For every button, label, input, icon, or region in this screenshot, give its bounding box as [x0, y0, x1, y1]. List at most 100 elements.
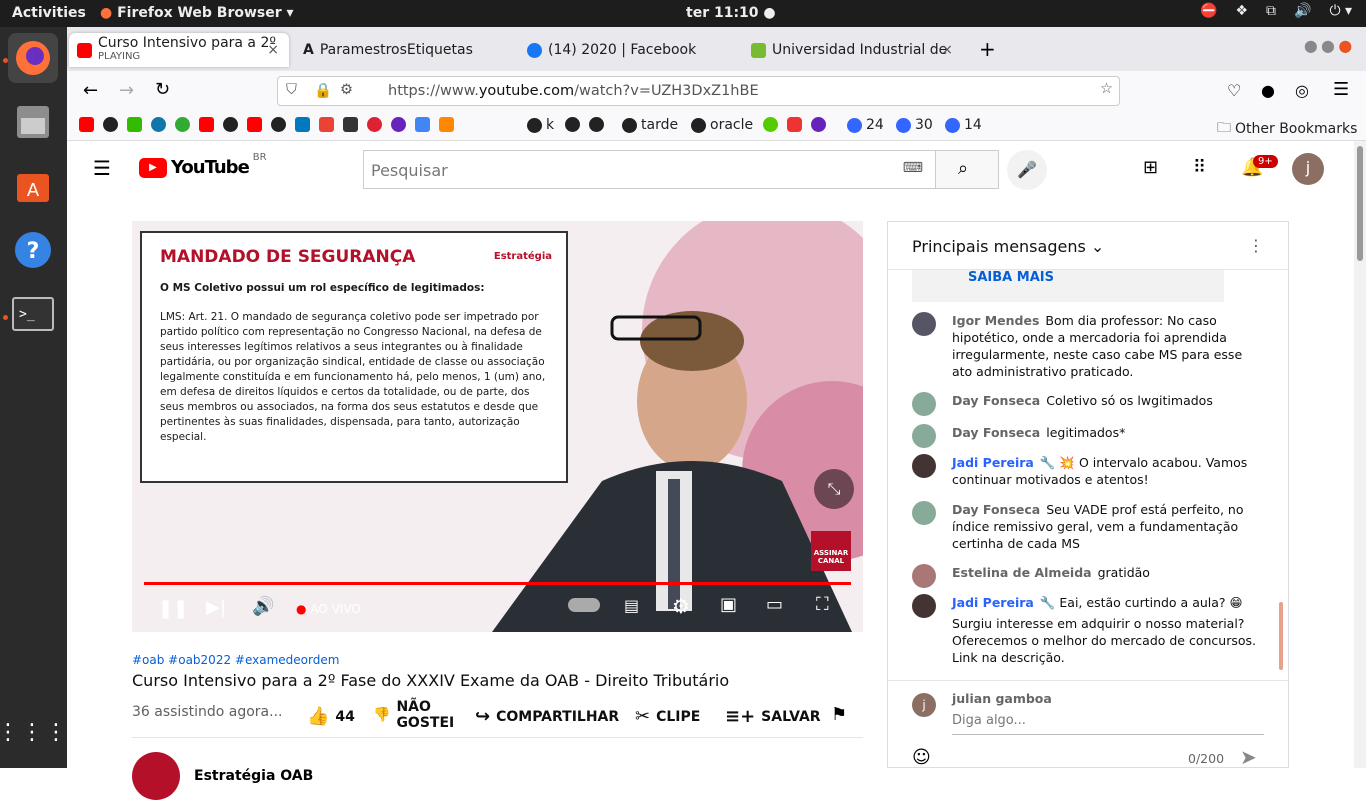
- theater-icon[interactable]: ▭: [766, 594, 783, 615]
- system-top-bar: Activities ● Firefox Web Browser ▾ ter 1…: [0, 0, 1366, 27]
- dropbox-icon[interactable]: ❖: [1235, 3, 1248, 19]
- video-player[interactable]: MANDADO DE SEGURANÇA Estratégia O MS Col…: [132, 221, 863, 632]
- files-dock-icon[interactable]: [8, 97, 58, 147]
- close-tab-icon[interactable]: ×: [941, 42, 953, 58]
- chat-message[interactable]: Day Fonseca Seu VADE prof está perfeito, …: [912, 501, 1262, 552]
- network-icon[interactable]: ⧉: [1266, 3, 1276, 19]
- chat-header[interactable]: Principais mensagens ⌄ ⋮: [888, 222, 1288, 270]
- url-bar[interactable]: ⛉ 🔒 ⚙ https://www.youtube.com/watch?v=UZ…: [277, 76, 1120, 106]
- youtube-logo[interactable]: ▶ YouTube BR: [139, 152, 267, 178]
- chat-message[interactable]: Day Fonseca legitimados*: [912, 424, 1262, 448]
- bookmark-30[interactable]: 30: [896, 117, 933, 133]
- bookmarks-bar: k tarde oracle 24 30 14 🗀 Other Bookmarks: [67, 111, 1366, 141]
- forward-icon[interactable]: →: [119, 80, 134, 101]
- chat-message[interactable]: Jadi Pereira 🔧 💥 O intervalo acabou. Vamo…: [912, 454, 1262, 488]
- tab-youtube[interactable]: Curso Intensivo para a 2º PLAYING ×: [69, 33, 289, 67]
- firefox-dock-icon[interactable]: [8, 33, 58, 83]
- next-icon[interactable]: ▶|: [206, 597, 226, 618]
- pocket-icon[interactable]: ♡: [1227, 81, 1241, 100]
- hamburger-icon[interactable]: ☰: [93, 156, 111, 180]
- channel-avatar[interactable]: [132, 752, 180, 800]
- slide: MANDADO DE SEGURANÇA Estratégia O MS Col…: [140, 231, 568, 483]
- chat-message[interactable]: Igor Mendes Bom dia professor: No caso hi…: [912, 312, 1262, 380]
- create-icon[interactable]: ⊞: [1143, 157, 1158, 178]
- avatar[interactable]: j: [1292, 153, 1324, 185]
- terminal-dock-icon[interactable]: >_: [8, 289, 58, 339]
- show-apps-icon[interactable]: ⋮⋮⋮: [0, 707, 67, 757]
- apps-icon[interactable]: ⠿: [1193, 157, 1206, 178]
- svg-text:>_: >_: [19, 307, 35, 322]
- youtube-page: ☰ ▶ YouTube BR Pesquisar ⌨ ⌕ 🎤 ⊞ ⠿ 🔔 9+ j…: [67, 141, 1354, 800]
- bookmark-github[interactable]: [565, 117, 604, 132]
- subtitles-icon[interactable]: ▤: [624, 596, 639, 615]
- reload-icon[interactable]: ↻: [155, 79, 170, 100]
- pause-icon[interactable]: ❚❚: [158, 598, 188, 619]
- extension2-icon[interactable]: ◎: [1295, 81, 1309, 100]
- bookmark-icons[interactable]: [79, 117, 454, 132]
- power-icon[interactable]: ⏻ ▾: [1329, 3, 1352, 19]
- miniplayer-button[interactable]: ⤡: [814, 469, 854, 509]
- progress-bar[interactable]: [144, 582, 851, 585]
- close-tab-icon[interactable]: ×: [267, 42, 279, 58]
- bookmark-tarde[interactable]: tarde: [622, 117, 678, 133]
- fullscreen-icon[interactable]: ⛶: [816, 594, 829, 615]
- dislike-button[interactable]: 👎 NÃO GOSTEI: [373, 699, 456, 731]
- video-tags[interactable]: #oab #oab2022 #examedeordem: [132, 653, 339, 667]
- bookmark-icons-2[interactable]: [763, 117, 826, 132]
- chat-message[interactable]: Jadi Pereira 🔧 Eai, estão curtindo a aula…: [912, 594, 1262, 666]
- permissions-icon[interactable]: ⚙: [340, 82, 353, 98]
- menu-icon[interactable]: ☰: [1333, 79, 1349, 100]
- bookmark-k[interactable]: k: [527, 117, 554, 133]
- chat-scrollbar[interactable]: [1279, 602, 1283, 670]
- watching-count: 36 assistindo agora...: [132, 704, 283, 720]
- activities-button[interactable]: Activities: [12, 5, 86, 21]
- software-dock-icon[interactable]: A: [8, 161, 58, 211]
- tab-paramestros[interactable]: A ParamestrosEtiquetas: [295, 33, 515, 67]
- saiba-mais-card[interactable]: SAIBA MAIS: [912, 270, 1224, 302]
- mic-button[interactable]: 🎤: [1007, 150, 1047, 190]
- send-icon[interactable]: ➤: [1240, 745, 1257, 769]
- bookmark-star-icon[interactable]: ☆: [1100, 81, 1113, 97]
- extension-icon[interactable]: ●: [1261, 81, 1275, 100]
- search-input[interactable]: Pesquisar ⌨: [363, 150, 936, 189]
- emoji-icon[interactable]: ☺: [912, 747, 931, 768]
- grin-emoji: 😁: [1229, 595, 1243, 610]
- share-button[interactable]: ↪ COMPARTILHAR: [475, 706, 619, 727]
- help-dock-icon[interactable]: ?: [8, 225, 58, 275]
- bookmark-14[interactable]: 14: [945, 117, 982, 133]
- volume-icon[interactable]: 🔊: [252, 596, 274, 617]
- chat-input[interactable]: Diga algo...: [952, 713, 1264, 735]
- channel-row[interactable]: Estratégia OAB: [132, 752, 313, 800]
- avatar: [912, 594, 936, 618]
- search-button[interactable]: ⌕: [935, 150, 999, 189]
- live-indicator[interactable]: ● AO VIVO: [296, 602, 361, 616]
- subscribe-watermark[interactable]: ASSINAR CANAL: [811, 531, 851, 571]
- clip-button[interactable]: ✂ CLIPE: [635, 706, 700, 727]
- app-menu[interactable]: ● Firefox Web Browser ▾: [100, 5, 294, 21]
- avatar: [912, 312, 936, 336]
- page-scrollbar[interactable]: [1354, 141, 1366, 768]
- chat-message[interactable]: Day Fonseca Coletivo só os lwgitimados: [912, 392, 1262, 416]
- autoplay-toggle[interactable]: [568, 598, 600, 612]
- flag-icon[interactable]: ⚑: [831, 704, 847, 725]
- other-bookmarks[interactable]: 🗀 Other Bookmarks: [1217, 117, 1357, 141]
- volume-icon[interactable]: 🔊: [1294, 3, 1311, 19]
- settings-icon[interactable]: ⚙: [672, 594, 690, 618]
- more-icon[interactable]: ⋮: [1248, 236, 1264, 255]
- back-icon[interactable]: ←: [83, 80, 98, 101]
- miniplayer-icon[interactable]: ▣: [720, 594, 737, 615]
- tab-facebook[interactable]: (14) 2020 | Facebook: [519, 33, 739, 67]
- tab-universidad[interactable]: Universidad Industrial de ×: [743, 33, 963, 67]
- dock: A ? >_ ⋮⋮⋮: [0, 27, 67, 768]
- keyboard-icon[interactable]: ⌨: [903, 160, 923, 176]
- system-tray[interactable]: ⛔ ❖ ⧉ 🔊 ⏻ ▾: [1200, 3, 1352, 19]
- window-controls[interactable]: ⬤ ⬤ ⬤: [1304, 39, 1352, 53]
- bookmark-24[interactable]: 24: [847, 117, 884, 133]
- chat-message[interactable]: Estelina de Almeida gratidão: [912, 564, 1262, 588]
- clock[interactable]: ter 11:10 ●: [686, 5, 776, 21]
- like-button[interactable]: 👍 44: [307, 706, 355, 727]
- stop-icon[interactable]: ⛔: [1200, 3, 1217, 19]
- bookmark-oracle[interactable]: oracle: [691, 117, 753, 133]
- new-tab-button[interactable]: +: [979, 37, 996, 61]
- save-button[interactable]: ≡+ SALVAR: [725, 706, 821, 727]
